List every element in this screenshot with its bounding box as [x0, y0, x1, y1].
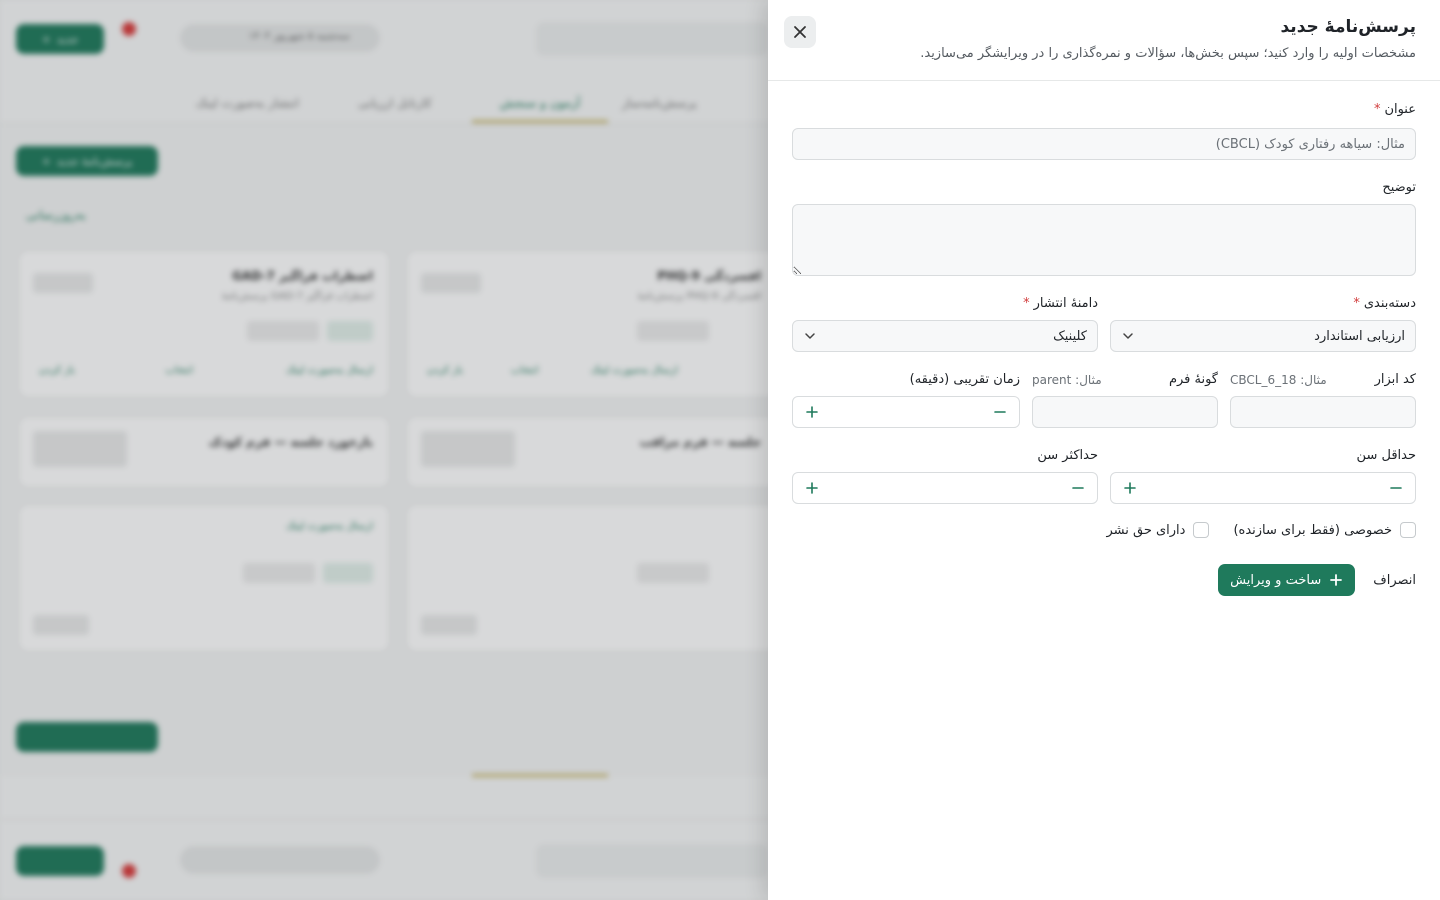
- checkbox-box[interactable]: [1400, 522, 1416, 538]
- plus-icon: [806, 482, 818, 494]
- increment-button[interactable]: [1121, 479, 1139, 497]
- increment-button[interactable]: [803, 403, 821, 421]
- plus-icon: [1124, 482, 1136, 494]
- minus-icon: [1072, 487, 1084, 489]
- min-age-stepper[interactable]: [1110, 472, 1416, 504]
- decrement-button[interactable]: [991, 403, 1009, 421]
- decrement-button[interactable]: [1069, 479, 1087, 497]
- checkbox-box[interactable]: [1193, 522, 1210, 538]
- scope-select[interactable]: کلینیک: [792, 320, 1098, 352]
- required-mark: *: [1373, 102, 1381, 117]
- min-age-input[interactable]: [1139, 474, 1387, 502]
- create-and-edit-button[interactable]: ساخت و ویرایش: [1218, 564, 1356, 596]
- form-type-input[interactable]: [1032, 396, 1218, 428]
- duration-stepper[interactable]: [792, 396, 1020, 428]
- close-button[interactable]: [784, 16, 816, 48]
- chevron-down-icon: [805, 333, 815, 339]
- title-label: عنوان *: [792, 100, 1416, 120]
- close-icon: [794, 26, 806, 38]
- category-label: دسته‌بندی *: [1353, 296, 1416, 311]
- drawer-header: پرسش‌نامهٔ جدید مشخصات اولیه را وارد کنی…: [768, 0, 1440, 81]
- chevron-down-icon: [1123, 333, 1133, 339]
- duration-input[interactable]: [821, 398, 991, 426]
- tool-code-hint: مثال: CBCL_6_18: [1230, 373, 1327, 387]
- drawer-title: پرسش‌نامهٔ جدید: [1280, 17, 1416, 37]
- increment-button[interactable]: [803, 479, 821, 497]
- min-age-label: حداقل سن: [1356, 448, 1416, 463]
- plus-icon: [1330, 574, 1343, 586]
- scope-label: دامنهٔ انتشار *: [1023, 296, 1098, 311]
- tool-code-input[interactable]: [1230, 396, 1416, 428]
- cancel-button[interactable]: انصراف: [1373, 573, 1416, 588]
- minus-icon: [1390, 487, 1402, 489]
- max-age-label: حداکثر سن: [1037, 448, 1098, 463]
- title-input[interactable]: [792, 128, 1416, 160]
- drawer-subtitle: مشخصات اولیه را وارد کنید؛ سپس بخش‌ها، س…: [920, 46, 1416, 61]
- minus-icon: [994, 411, 1006, 413]
- private-checkbox[interactable]: خصوصی (فقط برای سازنده): [1233, 522, 1416, 538]
- plus-icon: [806, 406, 818, 418]
- new-questionnaire-drawer: پرسش‌نامهٔ جدید مشخصات اولیه را وارد کنی…: [768, 0, 1440, 900]
- copyright-checkbox[interactable]: دارای حق نشر: [1106, 522, 1210, 538]
- max-age-stepper[interactable]: [792, 472, 1098, 504]
- description-textarea[interactable]: [792, 204, 1416, 276]
- duration-label: زمان تقریبی (دقیقه): [909, 372, 1020, 387]
- tool-code-label: کد ابزار: [1374, 372, 1416, 387]
- form-type-hint: مثال: parent: [1032, 373, 1102, 387]
- form-type-label: گونهٔ فرم: [1168, 372, 1218, 387]
- questionnaire-form: عنوان* توضیح دسته‌بندی* ارزیابی استاندار…: [792, 100, 1416, 596]
- description-label: توضیح: [1382, 180, 1416, 195]
- category-select[interactable]: ارزیابی استاندارد: [1110, 320, 1416, 352]
- decrement-button[interactable]: [1387, 479, 1405, 497]
- max-age-input[interactable]: [821, 474, 1069, 502]
